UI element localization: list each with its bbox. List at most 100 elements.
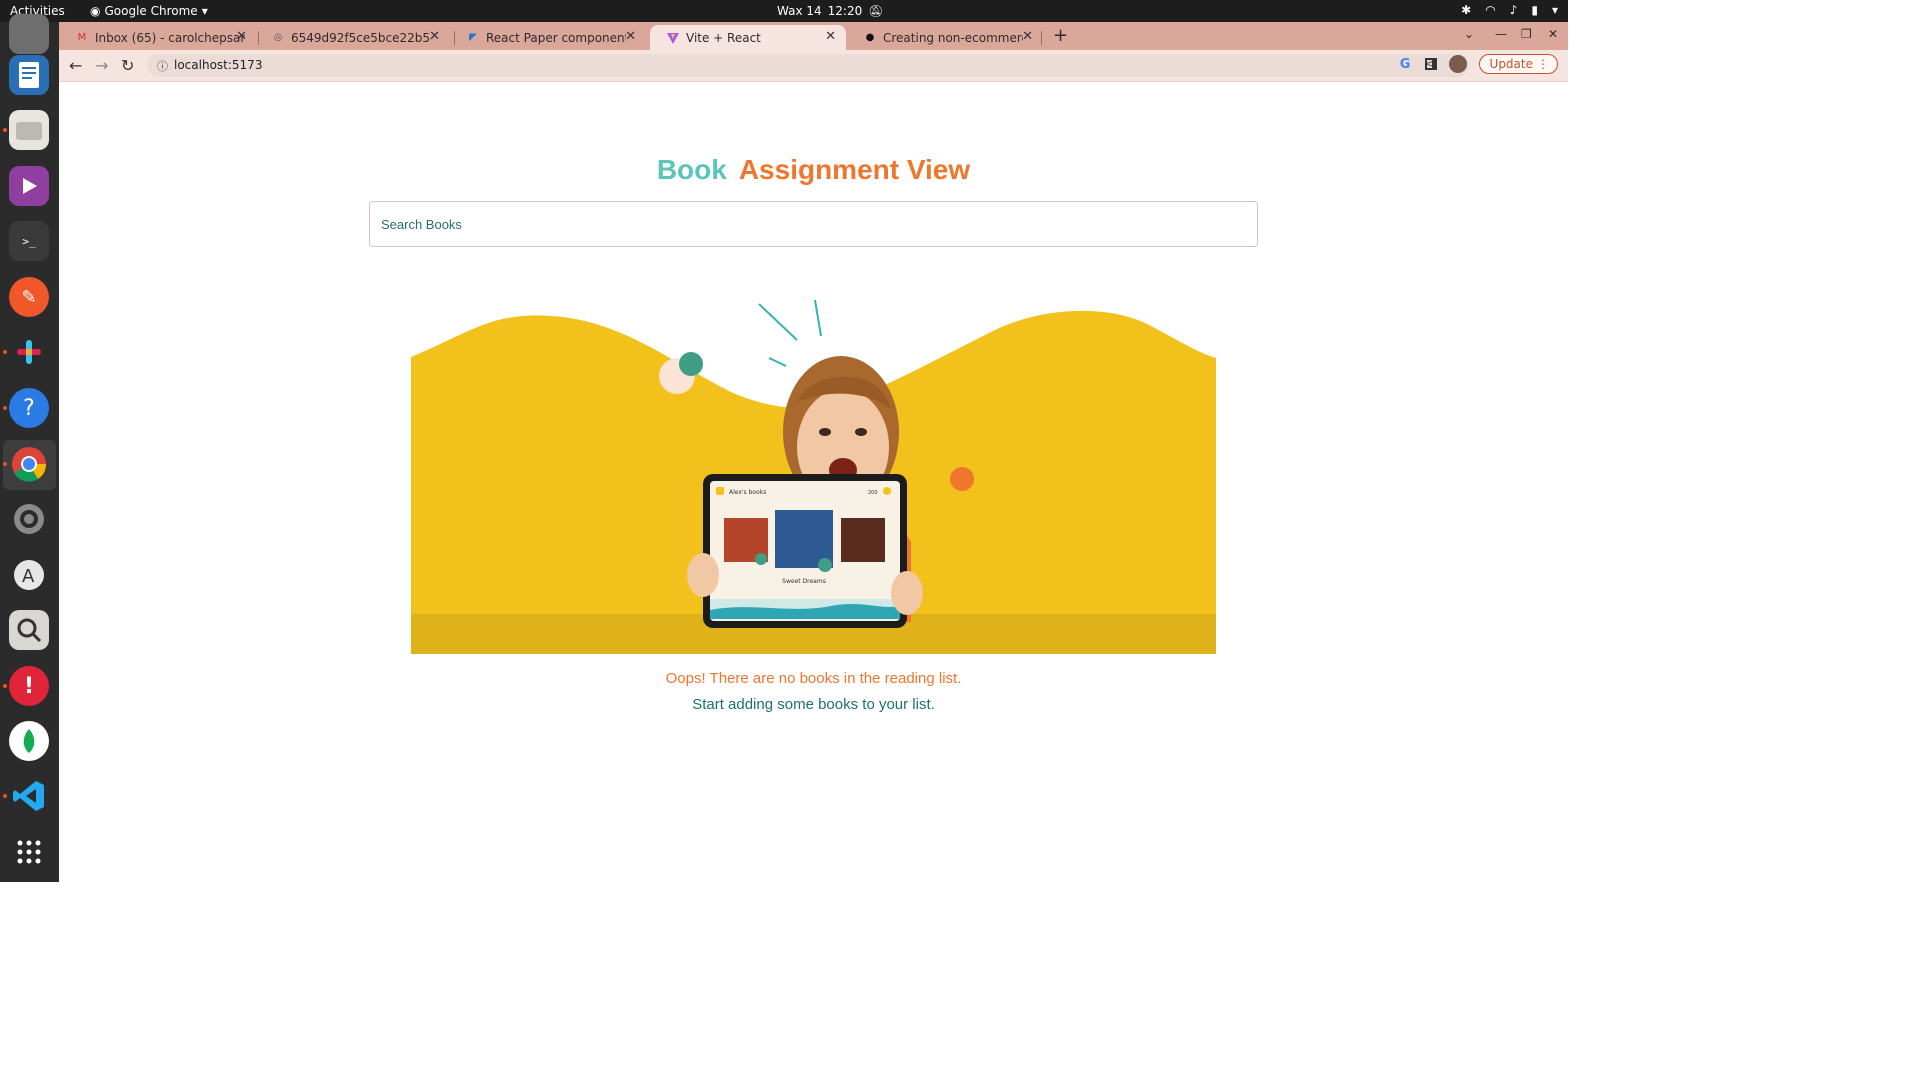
postman-icon[interactable]: ✎ — [9, 277, 49, 317]
help-icon[interactable]: ? — [9, 388, 49, 428]
new-tab-plus-icon[interactable]: + — [1053, 25, 1068, 46]
close-tab-icon[interactable]: ✕ — [236, 29, 247, 44]
tab-title: Creating non-ecommerce — [883, 30, 1023, 45]
back-arrow-icon[interactable]: ← — [69, 56, 82, 75]
system-tray[interactable]: ✱ ◠ ♪ ▮ ▾ — [1461, 3, 1558, 17]
tab-document[interactable]: ◎ 6549d92f5ce5bce22b5418 ✕ — [255, 25, 450, 50]
svg-text:A: A — [22, 566, 35, 587]
empty-list-hint: Start adding some books to your list. — [692, 696, 935, 713]
running-indicator — [3, 350, 7, 354]
globe-icon: ◎ — [273, 32, 283, 43]
tablet-app-icon — [716, 487, 724, 495]
vite-icon — [666, 31, 680, 45]
tab-title: Inbox (65) - carolchepsam — [95, 30, 245, 45]
tab-title: Vite + React — [686, 30, 761, 45]
vscode-icon[interactable] — [9, 776, 49, 816]
slack-tray-icon: ✱ — [1461, 3, 1472, 17]
tab-separator — [1041, 31, 1042, 45]
volume-icon: ♪ — [1509, 3, 1518, 17]
writer-icon[interactable] — [9, 55, 49, 95]
tab-github[interactable]: ● Creating non-ecommerce ✕ — [847, 25, 1043, 50]
wifi-icon: ◠ — [1485, 3, 1496, 17]
slack-icon[interactable] — [9, 332, 49, 372]
close-window-icon[interactable]: ✕ — [1548, 27, 1558, 41]
tab-vite-react[interactable]: Vite + React ✕ — [650, 25, 846, 50]
tablet-points: 200 — [868, 490, 878, 496]
clock[interactable]: Wax 14 12:20 🔕︎ — [777, 4, 883, 18]
restore-icon[interactable]: ❐ — [1521, 27, 1532, 41]
forward-arrow-icon[interactable]: → — [95, 56, 108, 75]
app-menu-label: Google Chrome — [104, 4, 198, 18]
mongodb-compass-icon[interactable] — [9, 721, 49, 761]
close-tab-icon[interactable]: ✕ — [1022, 29, 1033, 44]
tablet-badge-icon — [755, 553, 767, 565]
running-indicator — [3, 128, 7, 132]
alert-app-icon[interactable]: ! — [9, 666, 49, 706]
child-eye-right — [855, 428, 867, 436]
search-input[interactable] — [370, 202, 1257, 246]
orange-dot — [950, 467, 974, 491]
profile-avatar[interactable] — [1448, 55, 1467, 73]
tablet-header-title: Alex's books — [729, 489, 766, 496]
video-player-icon[interactable] — [9, 166, 49, 206]
google-lens-icon[interactable]: G — [1400, 57, 1411, 72]
gmail-icon: M — [77, 32, 87, 43]
tab-search-chevron-icon[interactable]: ⌄ — [1464, 27, 1474, 41]
notifications-off-icon: 🔕︎ — [868, 4, 884, 18]
settings-icon[interactable] — [9, 499, 49, 539]
tablet-featured-title: Sweet Dreams — [782, 578, 826, 585]
tablet-badge-icon — [818, 558, 832, 572]
tablet-book-cover — [841, 518, 885, 562]
terminal-icon[interactable]: >_ — [9, 221, 49, 261]
update-button[interactable]: Update ⋮ — [1478, 54, 1558, 74]
empty-list-message: Oops! There are no books in the reading … — [665, 670, 962, 687]
dock-app-top-icon[interactable] — [9, 14, 49, 54]
dock: >_ ✎ ? A ! — [0, 14, 59, 882]
software-center-icon[interactable]: A — [9, 555, 49, 595]
browser-toolbar: ← → ↻ ⓘ localhost:5173 G ⋖ ☆ Update ⋮ — [59, 50, 1568, 82]
search-field[interactable] — [369, 201, 1258, 247]
url-text[interactable]: localhost:5173 — [174, 58, 262, 72]
child-hand-left — [687, 553, 719, 597]
system-top-bar: Activities ◉ Google Chrome ▾ Wax 14 12:2… — [0, 0, 1568, 22]
files-icon[interactable] — [9, 110, 49, 150]
side-panel-icon[interactable] — [1424, 58, 1437, 70]
child-eye-left — [819, 428, 831, 436]
title-word-assignment-view: Assignment View — [738, 154, 971, 185]
caret-down-icon: ▾ — [201, 4, 208, 18]
close-tab-icon[interactable]: ✕ — [429, 29, 440, 44]
tab-title: 6549d92f5ce5bce22b5418 — [291, 30, 431, 45]
minimize-icon[interactable]: — — [1495, 27, 1507, 41]
address-bar[interactable]: ⓘ localhost:5173 G ⋖ ☆ — [147, 54, 1469, 77]
tab-strip: M Inbox (65) - carolchepsam ✕ ◎ 6549d92f… — [59, 22, 1568, 50]
screenshot-icon[interactable] — [9, 610, 49, 650]
kebab-menu-icon: ⋮ — [1537, 57, 1549, 71]
update-label: Update — [1489, 57, 1533, 71]
running-indicator — [3, 794, 7, 798]
close-tab-icon[interactable]: ✕ — [625, 29, 636, 44]
sparkle-line — [768, 357, 787, 367]
power-caret-icon: ▾ — [1551, 3, 1558, 17]
clock-time: 12:20 — [827, 4, 863, 18]
app-menu[interactable]: ◉ Google Chrome ▾ — [90, 4, 208, 18]
toolbar-right: Update ⋮ — [1424, 54, 1558, 74]
child-hand-right — [891, 571, 923, 615]
github-icon: ● — [865, 32, 875, 43]
sparkle-line — [758, 303, 798, 341]
clock-day: Wax 14 — [777, 4, 822, 18]
running-indicator — [3, 406, 7, 410]
app-grid-icon[interactable] — [9, 832, 49, 872]
tab-mui[interactable]: ◤ React Paper component - ✕ — [450, 25, 646, 50]
chrome-icon: ◉ — [90, 4, 101, 18]
close-tab-icon[interactable]: ✕ — [825, 29, 836, 44]
tab-gmail[interactable]: M Inbox (65) - carolchepsam ✕ — [59, 25, 257, 50]
battery-icon: ▮ — [1531, 3, 1538, 17]
tablet-coin-icon — [883, 487, 891, 495]
chrome-dock-icon[interactable] — [9, 444, 49, 484]
page-title: Book Assignment View — [59, 154, 1568, 186]
reload-icon[interactable]: ↻ — [121, 56, 134, 75]
sparkle-line — [814, 299, 822, 337]
green-dot — [679, 352, 703, 376]
site-info-icon[interactable]: ⓘ — [157, 58, 168, 74]
tab-title: React Paper component - — [486, 30, 626, 45]
